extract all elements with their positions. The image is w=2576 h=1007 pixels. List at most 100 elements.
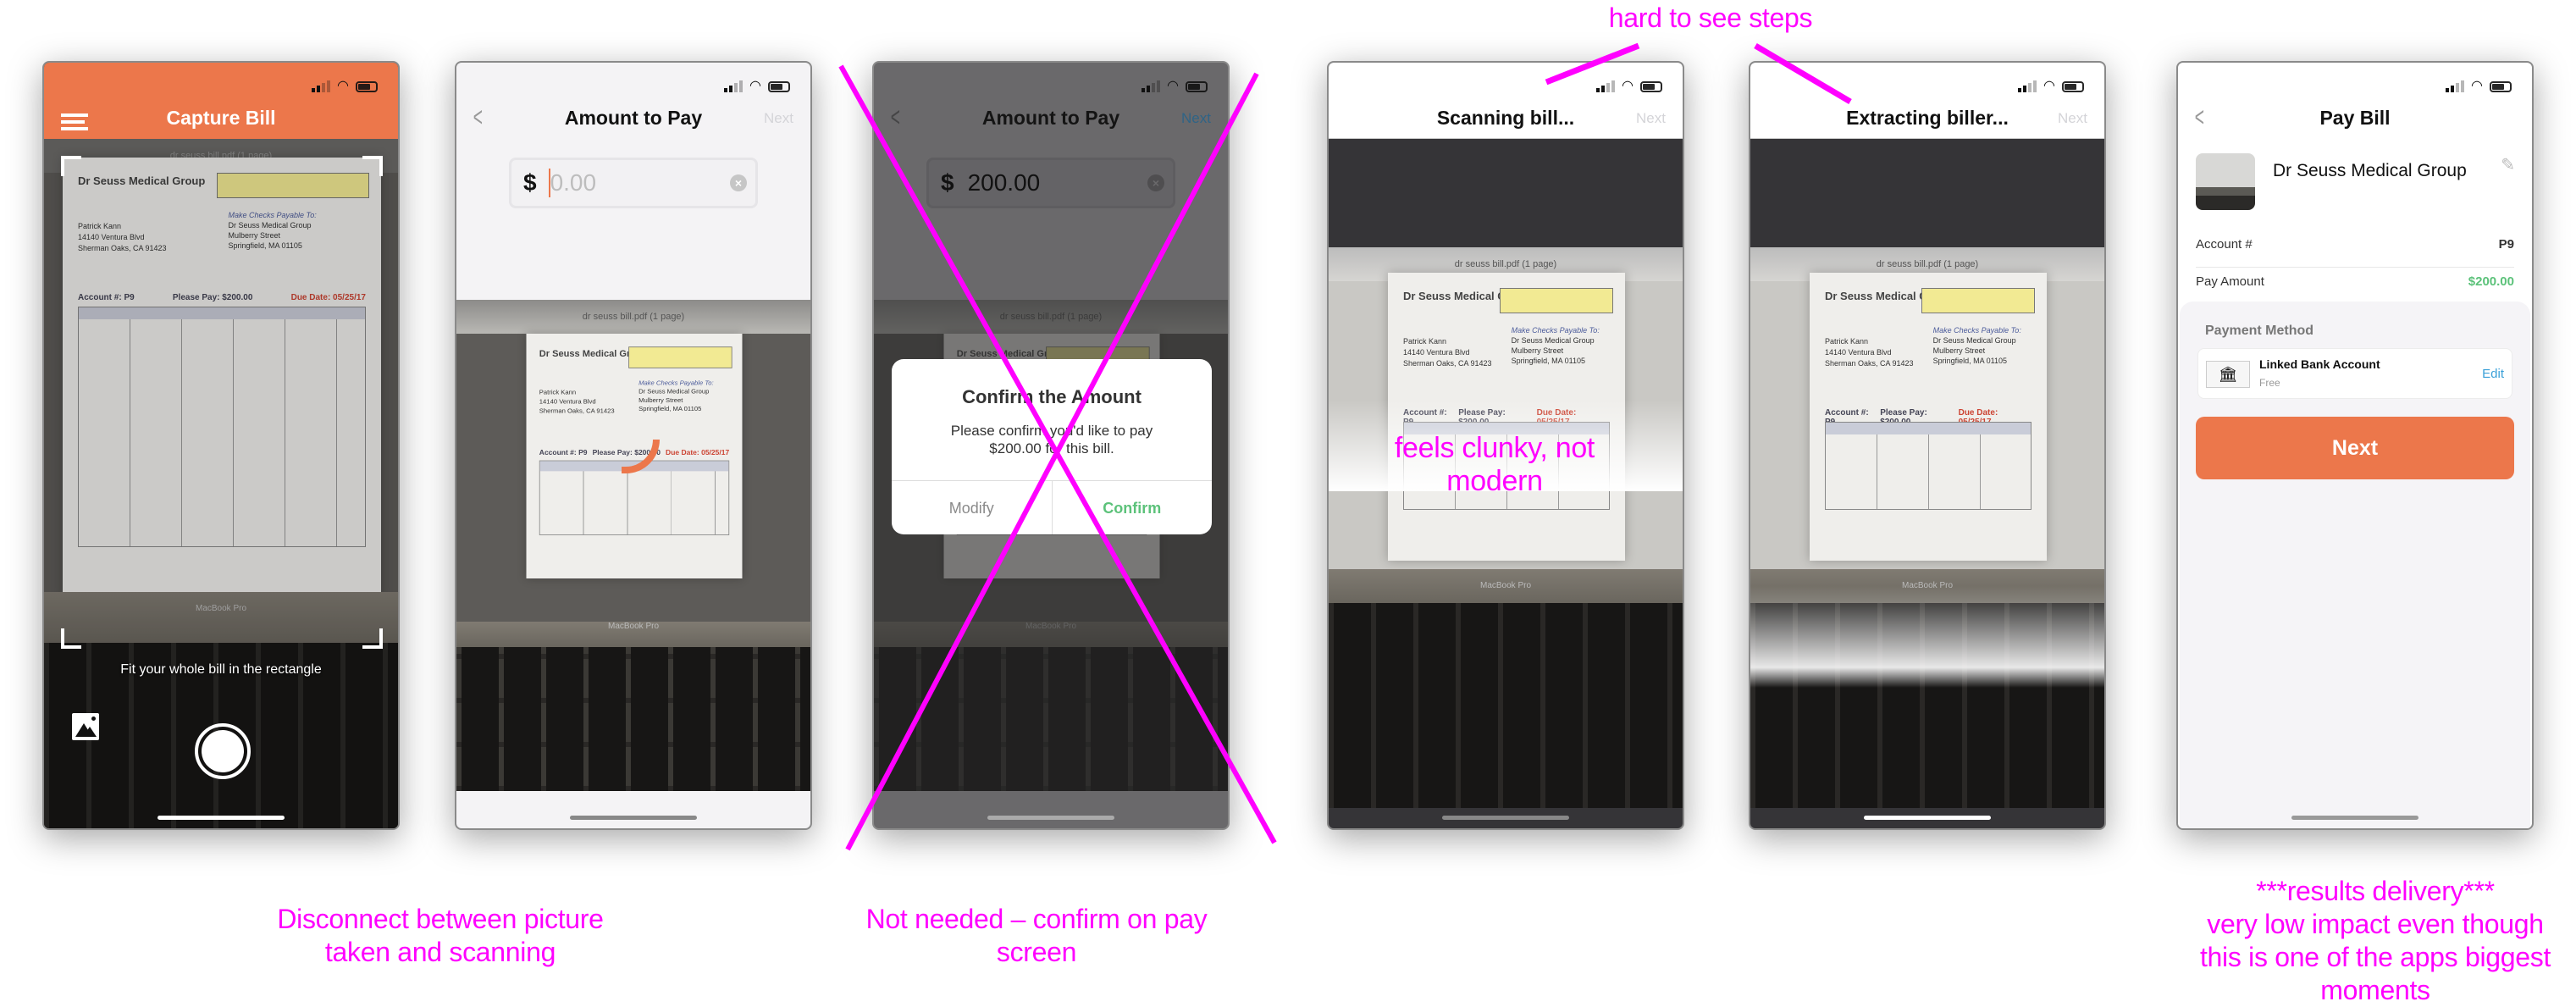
page-title: Extracting biller... xyxy=(1846,107,2009,129)
capture-hint: Fit your whole bill in the rectangle xyxy=(120,662,322,677)
payment-method-header: Payment Method xyxy=(2205,324,2314,338)
clear-icon[interactable]: × xyxy=(730,174,747,191)
pdf-title: dr seuss bill.pdf (1 page) xyxy=(456,300,810,334)
annotation-line: ***results delivery*** xyxy=(2256,876,2495,906)
amount-input[interactable]: $ 200.00 × xyxy=(926,158,1175,208)
bill-text: Springfield, MA 01105 xyxy=(1511,357,1585,365)
bill-text: Dr Seuss Medical Group xyxy=(1511,336,1595,345)
amount-value: 200.00 xyxy=(967,169,1041,196)
shutter-button[interactable] xyxy=(195,723,251,779)
bill-text: Springfield, MA 01105 xyxy=(1932,357,2007,365)
payment-method-card[interactable]: 🏛 Linked Bank Account Free Edit xyxy=(2197,348,2512,399)
page-title: Amount to Pay xyxy=(981,107,1120,129)
bill-table xyxy=(1825,422,2032,510)
bill-thumbnail xyxy=(2196,153,2255,210)
edit-link[interactable]: Edit xyxy=(2482,367,2504,381)
annotation-disconnect: Disconnect between picture taken and sca… xyxy=(186,903,694,969)
home-indicator xyxy=(570,816,697,820)
battery-icon xyxy=(2062,80,2084,92)
dialog-message: Please confirm you'd like to pay $200.00… xyxy=(950,423,1153,456)
currency-symbol: $ xyxy=(523,169,537,196)
bill-photo: dr seuss bill.pdf (1 page) Dr Seuss Medi… xyxy=(1750,247,2104,808)
annotation-line: very low impact even though xyxy=(2207,909,2544,939)
bill-payable: Make Checks Payable To: Dr Seuss Medical… xyxy=(638,379,714,413)
capture-bill-screen: dr seuss bill.pdf (1 page) Dr Seuss Medi… xyxy=(42,61,400,830)
scan-frame xyxy=(61,156,383,649)
annotation-results: ***results delivery*** very low impact e… xyxy=(2164,875,2576,1007)
status-bar: ◠ xyxy=(1142,78,1208,95)
bill-text: Make Checks Payable To: xyxy=(1511,326,1600,335)
bill-document: Dr Seuss Medical Group Patrick Kann 1414… xyxy=(1810,273,2047,561)
currency-symbol: $ xyxy=(941,169,954,196)
nav-bar: ◠ Extracting biller... Next xyxy=(1750,63,2104,139)
confirm-amount-screen: ◠ < Amount to Pay Next $ 200.00 × dr seu… xyxy=(872,61,1230,830)
annotation-line: moments xyxy=(2320,975,2430,1005)
method-fee: Free xyxy=(2259,377,2280,389)
battery-icon xyxy=(1186,80,1208,92)
bill-text: Mulberry Street xyxy=(1932,346,1986,355)
signal-icon xyxy=(1142,80,1161,92)
extracting-screen: ◠ Extracting biller... Next dr seuss bil… xyxy=(1749,61,2106,830)
annotation-line: this is one of the apps biggest xyxy=(2199,942,2551,972)
battery-icon xyxy=(1640,80,1662,92)
status-bar: ◠ xyxy=(724,78,790,95)
method-name: Linked Bank Account xyxy=(2259,357,2380,371)
next-button[interactable]: Next xyxy=(2196,417,2514,479)
annotation-line: Disconnect between picture xyxy=(277,904,604,934)
home-indicator xyxy=(158,816,285,820)
clear-icon[interactable]: × xyxy=(1147,174,1164,191)
signal-icon xyxy=(2446,80,2465,92)
account-label: Account # xyxy=(2196,237,2253,252)
next-button[interactable]: Next xyxy=(1181,110,1211,127)
wifi-icon: ◠ xyxy=(1167,79,1179,93)
bill-amount-box xyxy=(1499,288,1613,313)
bill-text: Springfield, MA 01105 xyxy=(638,405,702,412)
bill-photo: dr seuss bill.pdf (1 page) Dr Seuss Medi… xyxy=(456,300,810,791)
wifi-icon: ◠ xyxy=(1622,79,1633,93)
battery-icon xyxy=(768,80,790,92)
status-bar: ◠ xyxy=(312,78,378,95)
bill-text: Make Checks Payable To: xyxy=(638,379,714,387)
next-button[interactable]: Next xyxy=(764,110,793,127)
amount-input[interactable]: $ 0.00 × xyxy=(509,158,758,208)
pay-amount-label: Pay Amount xyxy=(2196,274,2264,289)
home-indicator xyxy=(1864,816,1991,820)
next-button[interactable]: Next xyxy=(2058,110,2087,127)
next-button[interactable]: Next xyxy=(1636,110,1666,127)
annotation-line: Not needed – confirm on pay xyxy=(865,904,1208,934)
bill-text: Mulberry Street xyxy=(1511,346,1564,355)
status-bar: ◠ xyxy=(2018,78,2084,95)
bill-amount-box xyxy=(1921,288,2035,313)
biller-name: Dr Seuss Medical Group xyxy=(2273,161,2467,180)
bill-text: Dr Seuss Medical Group xyxy=(638,387,710,396)
battery-icon xyxy=(356,80,378,92)
page-title: Capture Bill xyxy=(166,107,276,129)
confirm-button[interactable]: Confirm xyxy=(1053,481,1213,534)
wifi-icon: ◠ xyxy=(749,79,761,93)
bill-photo: dr seuss bill.pdf (1 page) Dr Seuss Medi… xyxy=(1329,247,1683,808)
bill-text: Due Date: 05/25/17 xyxy=(666,449,730,457)
account-row: Account # P9 xyxy=(2196,237,2514,268)
dialog-title: Confirm the Amount xyxy=(962,386,1142,407)
status-bar: ◠ xyxy=(1596,78,1662,95)
confirm-dialog: Confirm the Amount Please confirm you'd … xyxy=(892,359,1212,534)
annotation-clunky: feels clunky, not modern xyxy=(1394,432,1595,497)
home-indicator xyxy=(2291,816,2418,820)
annotation-line: screen xyxy=(996,937,1077,967)
bill-payable: Make Checks Payable To: Dr Seuss Medical… xyxy=(1512,325,1600,366)
amount-placeholder: 0.00 xyxy=(550,169,597,196)
signal-icon xyxy=(2018,80,2037,92)
status-bar: ◠ xyxy=(2446,78,2512,95)
bill-text: Make Checks Payable To: xyxy=(1932,326,2021,335)
modify-button[interactable]: Modify xyxy=(892,481,1053,534)
page-title: Pay Bill xyxy=(2319,107,2391,129)
photo-gallery-icon[interactable] xyxy=(72,713,99,740)
page-title: Scanning bill... xyxy=(1436,107,1575,129)
annotation-not-needed: Not needed – confirm on pay screen xyxy=(782,903,1291,969)
home-indicator xyxy=(987,816,1114,820)
pencil-icon[interactable]: ✎ xyxy=(2501,154,2515,175)
wifi-icon: ◠ xyxy=(2043,79,2055,93)
bill-text: Dr Seuss Medical Group xyxy=(1932,336,2016,345)
wifi-icon: ◠ xyxy=(2471,79,2483,93)
annotation-steps: hard to see steps xyxy=(1608,3,1813,33)
